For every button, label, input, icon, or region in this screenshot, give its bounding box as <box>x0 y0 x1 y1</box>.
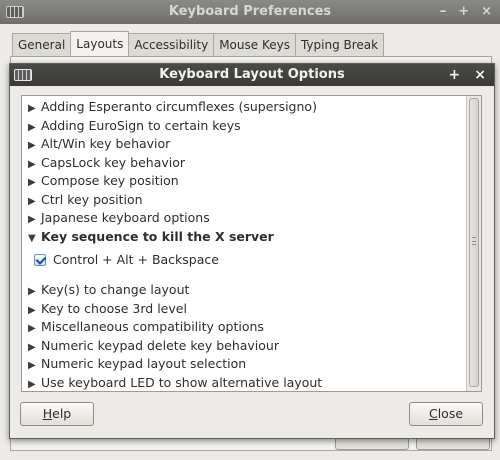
dialog-title: Keyboard Layout Options <box>159 67 345 82</box>
tab-layouts[interactable]: Layouts <box>70 31 130 56</box>
expander-right-icon[interactable]: ▶ <box>28 100 41 118</box>
keyboard-icon <box>6 6 24 18</box>
preferences-tabs: General Layouts Accessibility Mouse Keys… <box>12 31 385 57</box>
expander-right-icon[interactable]: ▶ <box>28 320 41 338</box>
tab-general[interactable]: General <box>12 33 72 57</box>
tree-row[interactable]: ▶ Numeric keypad layout selection <box>28 355 246 373</box>
tree-row[interactable]: ▶ Adding Esperanto circumflexes (supersig… <box>28 98 317 116</box>
keyboard-layout-options-dialog: Keyboard Layout Options + × ▶ Adding Espe… <box>9 63 495 439</box>
parent-window-title: Keyboard Preferences <box>168 4 332 19</box>
tree-row-label: Compose key position <box>41 173 179 188</box>
control-alt-backspace-option[interactable]: Control + Alt + Backspace <box>34 250 219 270</box>
tree-row[interactable]: ▶ Miscellaneous compatibility options <box>28 318 264 336</box>
close-mnemonic: C <box>428 406 438 421</box>
expander-right-icon[interactable]: ▶ <box>28 211 41 229</box>
tree-row-label: Miscellaneous compatibility options <box>41 319 264 334</box>
maximize-icon[interactable]: + <box>458 0 469 24</box>
close-icon[interactable]: × <box>474 64 486 86</box>
tree-row[interactable]: ▶ Use keyboard LED to show alternative la… <box>28 374 322 392</box>
expander-right-icon[interactable]: ▶ <box>28 174 41 192</box>
options-tree-frame: ▶ Adding Esperanto circumflexes (supersig… <box>21 95 482 392</box>
help-label: elp <box>52 406 72 421</box>
tree-row-label: Adding Esperanto circumflexes (supersign… <box>41 99 317 114</box>
tab-typing-break[interactable]: Typing Break <box>294 33 385 57</box>
tree-row[interactable]: ▶ Ctrl key position <box>28 191 143 209</box>
tree-row-label: Japanese keyboard options <box>41 210 210 225</box>
tree-row-expanded[interactable]: ▼ Key sequence to kill the X server <box>28 228 274 246</box>
maximize-icon[interactable]: + <box>449 64 461 86</box>
vertical-scrollbar[interactable] <box>466 96 481 391</box>
help-button[interactable]: Help <box>20 402 94 426</box>
tree-row-label: Adding EuroSign to certain keys <box>41 117 241 133</box>
tree-row-label: Key(s) to change layout <box>41 282 190 297</box>
tree-row-label: Alt/Win key behavior <box>41 136 171 151</box>
dialog-titlebar[interactable]: Keyboard Layout Options + × <box>10 64 494 86</box>
options-tree[interactable]: ▶ Adding Esperanto circumflexes (supersig… <box>22 96 467 391</box>
expander-down-icon[interactable]: ▼ <box>28 230 41 248</box>
tab-mouse-keys[interactable]: Mouse Keys <box>213 33 296 57</box>
help-mnemonic: H <box>42 406 53 421</box>
tree-row[interactable]: ▶ Compose key position <box>28 172 179 190</box>
expander-right-icon[interactable]: ▶ <box>28 376 41 392</box>
checkbox-checked-icon[interactable] <box>34 254 46 266</box>
option-label: Control + Alt + Backspace <box>53 252 219 267</box>
minimize-icon[interactable]: – <box>440 0 447 24</box>
scrollbar-thumb[interactable] <box>469 98 479 387</box>
parent-titlebar[interactable]: Keyboard Preferences – + × <box>0 0 500 24</box>
tree-row[interactable]: ▶ Japanese keyboard options <box>28 209 210 227</box>
tree-row-label: Use keyboard LED to show alternative lay… <box>41 374 323 390</box>
expander-right-icon[interactable]: ▶ <box>28 339 41 357</box>
expander-right-icon[interactable]: ▶ <box>28 193 41 211</box>
tree-row-label: Key to choose 3rd level <box>41 300 187 316</box>
grip-icon <box>472 237 476 245</box>
tree-row-label: Numeric keypad layout selection <box>41 356 247 371</box>
close-button[interactable]: Close <box>409 402 483 426</box>
tree-row[interactable]: ▶ Key(s) to change layout <box>28 281 189 299</box>
tree-row-label: Key sequence to kill the X server <box>41 228 274 244</box>
expander-right-icon[interactable]: ▶ <box>28 119 41 137</box>
close-icon[interactable]: × <box>481 0 492 24</box>
tree-row[interactable]: ▶ Numeric keypad delete key behaviour <box>28 337 279 355</box>
tree-row-label: CapsLock key behavior <box>41 154 186 170</box>
expander-right-icon[interactable]: ▶ <box>28 357 41 375</box>
tree-row-label: Ctrl key position <box>41 191 143 207</box>
expander-right-icon[interactable]: ▶ <box>28 302 41 320</box>
expander-right-icon[interactable]: ▶ <box>28 283 41 301</box>
tree-row[interactable]: ▶ Key to choose 3rd level <box>28 300 187 318</box>
tree-row[interactable]: ▶ Alt/Win key behavior <box>28 135 170 153</box>
expander-right-icon[interactable]: ▶ <box>28 156 41 174</box>
close-label: lose <box>437 406 464 421</box>
tree-row[interactable]: ▶ Adding EuroSign to certain keys <box>28 117 241 135</box>
tree-row[interactable]: ▶ CapsLock key behavior <box>28 154 185 172</box>
tree-row-label: Numeric keypad delete key behaviour <box>41 337 279 353</box>
expander-right-icon[interactable]: ▶ <box>28 137 41 155</box>
tab-accessibility[interactable]: Accessibility <box>128 33 215 57</box>
keyboard-icon <box>14 69 32 81</box>
